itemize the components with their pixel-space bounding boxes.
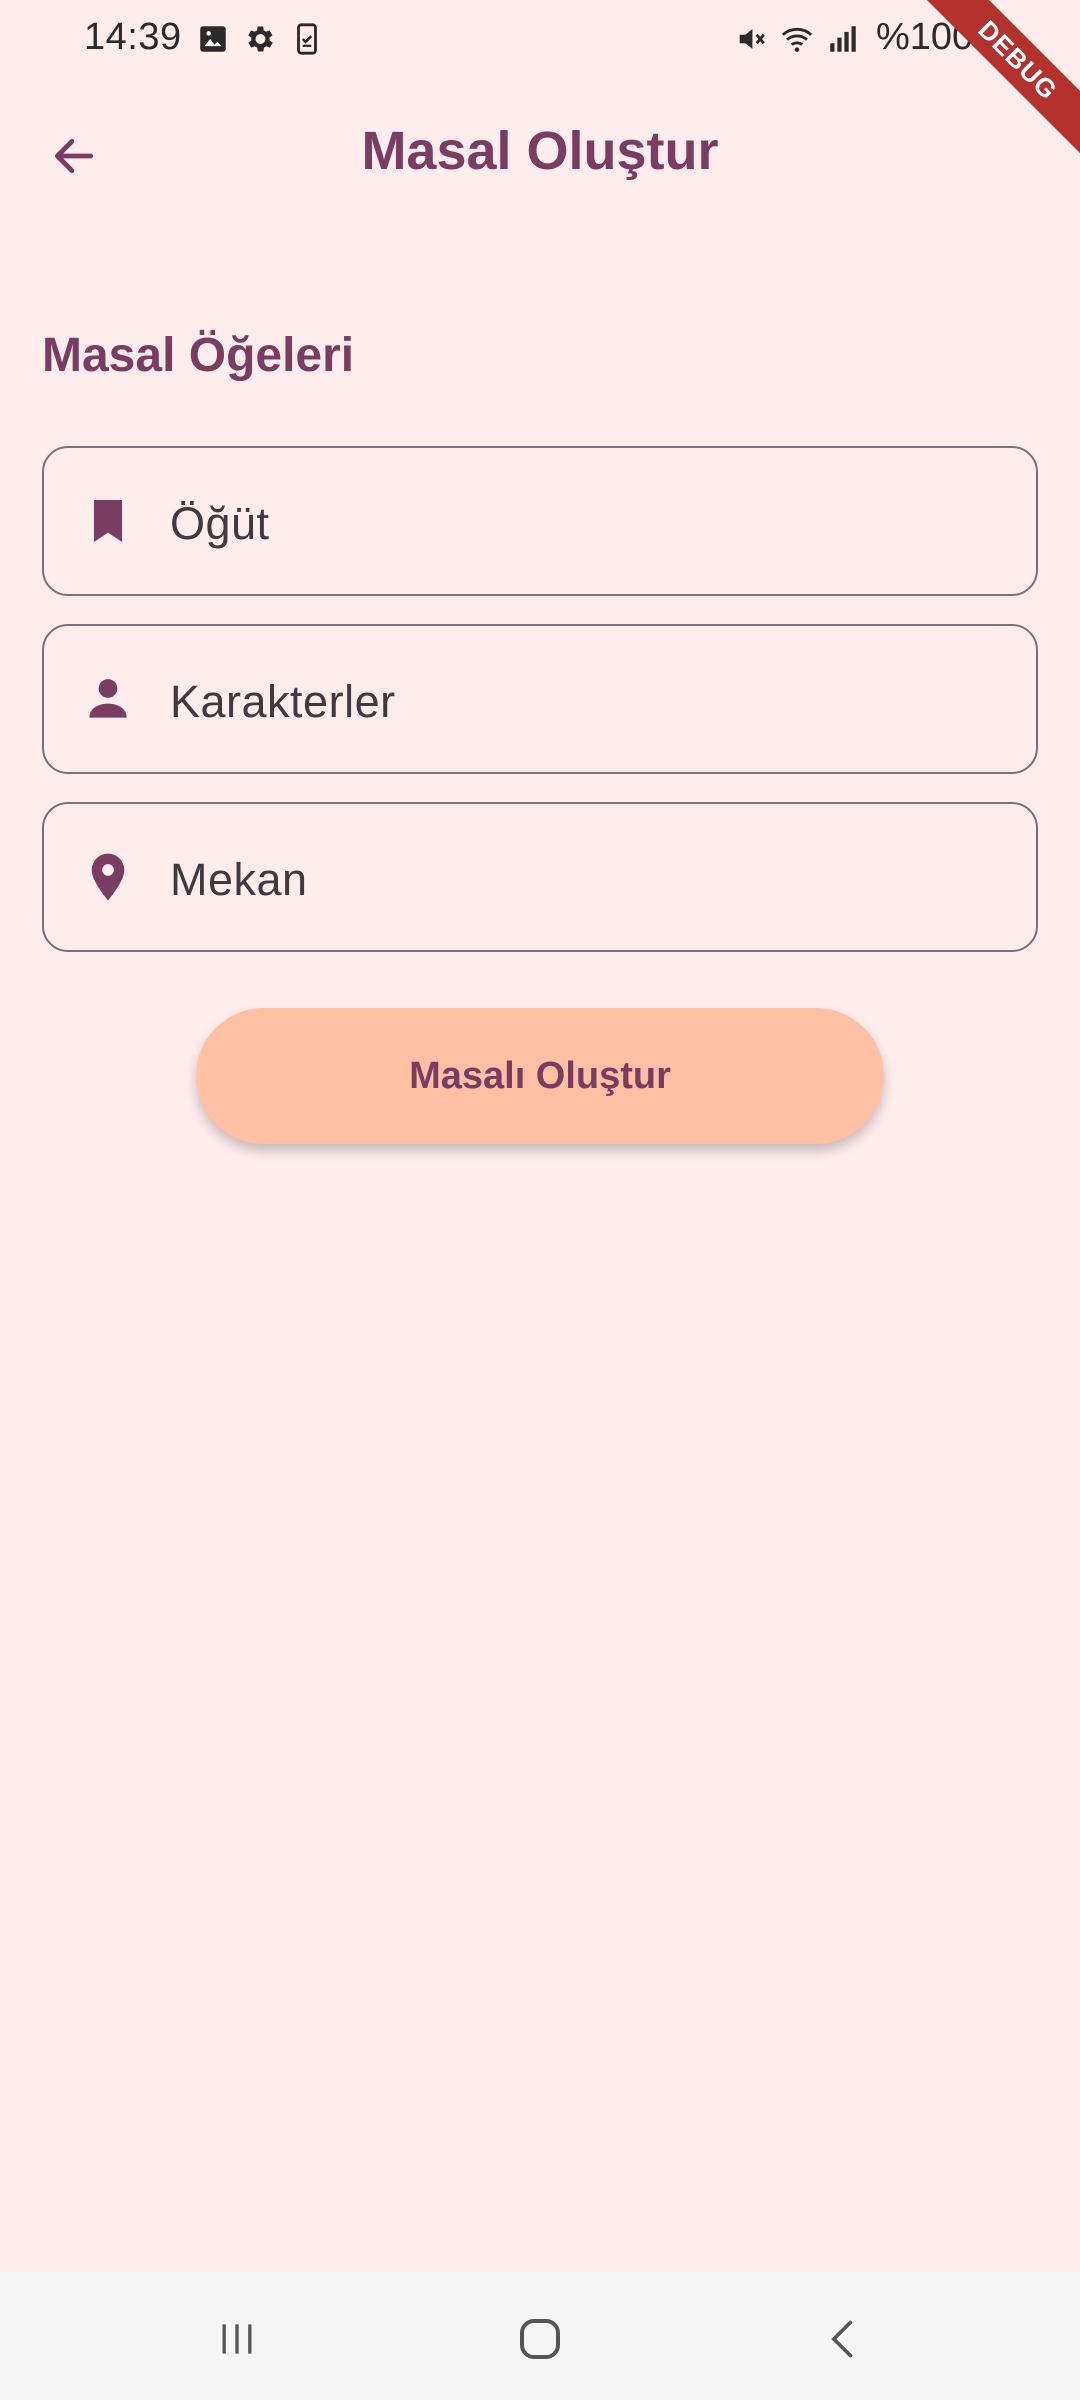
app-bar: Masal Oluştur — [0, 96, 1080, 208]
page-title: Masal Oluştur — [361, 121, 719, 181]
characters-field[interactable]: Karakterler — [42, 624, 1038, 774]
place-field-label: Mekan — [170, 854, 308, 905]
screen: 14:39 %100 DEBUG Masal Oluştur Masal Öğe… — [0, 0, 1080, 2400]
signal-icon — [830, 26, 856, 52]
person-icon — [89, 679, 127, 718]
advice-field[interactable]: Öğüt — [42, 446, 1038, 596]
create-story-button[interactable]: Masalı Oluştur — [196, 1008, 884, 1144]
location-pin-icon — [91, 853, 125, 901]
wifi-icon — [781, 27, 813, 52]
mute-icon — [739, 29, 765, 49]
recent-apps-icon — [222, 2324, 252, 2354]
place-field[interactable]: Mekan — [42, 802, 1038, 952]
status-time: 14:39 — [84, 16, 182, 58]
advice-field-label: Öğüt — [170, 498, 270, 549]
home-button[interactable] — [505, 2304, 575, 2374]
image-icon — [200, 26, 226, 52]
bookmark-icon — [94, 500, 122, 542]
characters-field-label: Karakterler — [170, 676, 396, 727]
system-back-button[interactable] — [808, 2304, 878, 2374]
status-bar: 14:39 %100 — [0, 0, 1080, 80]
device-clipboard-icon — [297, 23, 317, 55]
section-title: Masal Öğeleri — [42, 329, 355, 382]
recent-apps-button[interactable] — [202, 2304, 272, 2374]
create-story-button-label: Masalı Oluştur — [409, 1054, 671, 1097]
system-nav-bar — [0, 2272, 1080, 2400]
gear-icon — [248, 26, 273, 52]
home-icon — [520, 2319, 560, 2359]
back-icon — [831, 2320, 853, 2358]
